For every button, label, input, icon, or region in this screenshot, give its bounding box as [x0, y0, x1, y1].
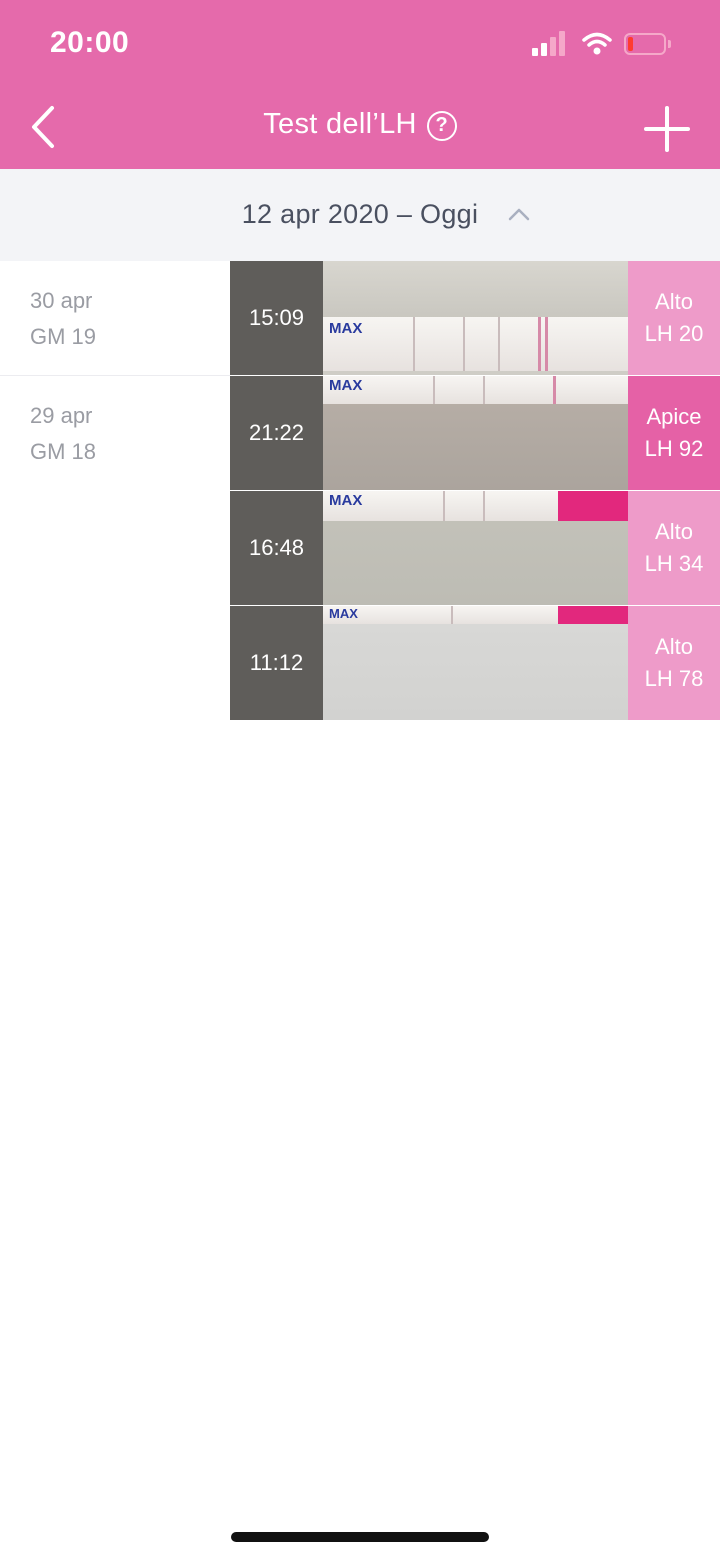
- test-level: Apice: [646, 404, 702, 429]
- date-range-label: 12 apr 2020 – Oggi: [241, 199, 479, 229]
- test-row[interactable]: 21:22 MAX Apice LH 92: [230, 376, 720, 490]
- test-row[interactable]: 15:09 MAX Alto LH 20: [230, 261, 720, 375]
- test-result: Alto LH 78: [628, 606, 720, 720]
- cycle-day: GM 18: [30, 439, 97, 464]
- battery-icon: [624, 33, 666, 55]
- date-range-selector[interactable]: 12 apr 2020 – Oggi: [0, 169, 720, 261]
- day-group-label: 30 apr GM 19: [30, 283, 96, 355]
- strip-label: MAX: [329, 606, 358, 621]
- day-date: 29 apr: [30, 403, 93, 428]
- strip-label: MAX: [329, 492, 363, 509]
- test-time: 16:48: [230, 491, 323, 605]
- test-lh-value: LH 92: [644, 436, 704, 461]
- test-lh-value: LH 20: [644, 321, 704, 346]
- add-icon[interactable]: [644, 106, 690, 152]
- test-strip-photo: MAX: [323, 491, 628, 605]
- home-indicator[interactable]: [231, 1532, 489, 1542]
- help-icon[interactable]: ?: [426, 111, 457, 141]
- page-title: Test dell’LH?: [0, 108, 720, 141]
- test-strip-photo: MAX: [323, 261, 628, 375]
- strip-label: MAX: [329, 377, 363, 394]
- strip-label: MAX: [329, 320, 363, 337]
- test-lh-value: LH 78: [644, 666, 704, 691]
- test-strip-photo: MAX: [323, 606, 628, 720]
- test-time: 11:12: [230, 606, 323, 720]
- test-time: 21:22: [230, 376, 323, 490]
- test-result: Alto LH 20: [628, 261, 720, 375]
- test-result: Apice LH 92: [628, 376, 720, 490]
- app-header: 20:00 Test dell’LH?: [0, 0, 720, 169]
- wifi-icon: [582, 32, 612, 55]
- chevron-up-icon[interactable]: [508, 207, 530, 221]
- day-group-label: 29 apr GM 18: [30, 398, 96, 470]
- test-result: Alto LH 34: [628, 491, 720, 605]
- test-row[interactable]: 16:48 MAX Alto LH 34: [230, 491, 720, 605]
- test-level: Alto: [655, 519, 693, 544]
- test-row[interactable]: 11:12 MAX Alto LH 78: [230, 606, 720, 720]
- page-title-text: Test dell’LH: [263, 108, 417, 140]
- test-lh-value: LH 34: [644, 551, 704, 576]
- test-time: 15:09: [230, 261, 323, 375]
- test-level: Alto: [655, 289, 693, 314]
- status-time: 20:00: [50, 26, 130, 59]
- test-strip-photo: MAX: [323, 376, 628, 490]
- cycle-day: GM 19: [30, 324, 97, 349]
- signal-icon: [532, 30, 572, 56]
- day-date: 30 apr: [30, 288, 93, 313]
- status-icons: [532, 30, 692, 60]
- test-level: Alto: [655, 634, 693, 659]
- day-divider: [0, 375, 230, 376]
